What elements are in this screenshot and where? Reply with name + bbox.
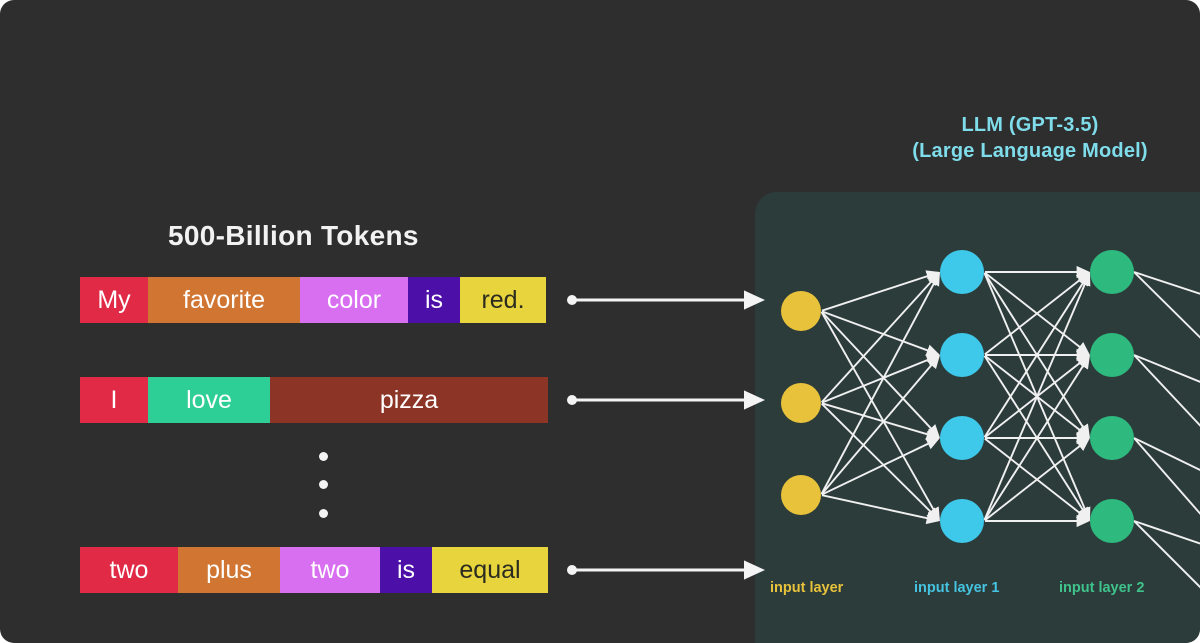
node-hidden-layer-1-4[interactable] xyxy=(940,499,984,543)
token-row-3: two plus two is equal xyxy=(80,547,548,593)
edge-hidden-layer-2-to-offscreen xyxy=(1133,354,1200,427)
node-hidden-layer-1-2[interactable] xyxy=(940,333,984,377)
token-chip: My xyxy=(80,277,148,323)
edge-hidden-layer-2-to-offscreen xyxy=(1133,520,1200,545)
diagram-canvas: LLM (GPT-3.5) (Large Language Model) inp… xyxy=(0,0,1200,643)
edge-hidden-layer-2-to-offscreen xyxy=(1133,271,1200,339)
edge-input-layer-to-hidden-layer-1 xyxy=(821,270,940,312)
token-row-1: My favorite color is red. xyxy=(80,277,546,323)
token-chip: equal xyxy=(432,547,548,593)
node-hidden-layer-2-4[interactable] xyxy=(1090,499,1134,543)
node-hidden-layer-2-1[interactable] xyxy=(1090,250,1134,294)
edge-input-layer-to-hidden-layer-1 xyxy=(820,311,940,521)
token-row-2: Ilove pizza xyxy=(80,377,548,423)
ellipsis-dot xyxy=(319,509,328,518)
feed-arrow-row-3-origin-dot xyxy=(567,565,577,575)
token-chip: favorite xyxy=(148,277,300,323)
token-chip: is xyxy=(408,277,460,323)
edge-input-layer-to-hidden-layer-1 xyxy=(820,311,940,438)
layer-label-hidden-2: input layer 2 xyxy=(1059,580,1145,596)
ellipsis-dot xyxy=(319,452,328,461)
token-chip: two xyxy=(280,547,380,593)
node-hidden-layer-2-2[interactable] xyxy=(1090,333,1134,377)
node-hidden-layer-1-3[interactable] xyxy=(940,416,984,460)
edge-hidden-layer-2-to-offscreen xyxy=(1133,354,1200,383)
node-hidden-layer-1-1[interactable] xyxy=(940,250,984,294)
token-chip: pizza xyxy=(270,377,548,423)
feed-arrow-row-2-origin-dot xyxy=(567,395,577,405)
token-chip: color xyxy=(300,277,408,323)
token-chip: plus xyxy=(178,547,280,593)
network-edges xyxy=(820,265,1200,589)
edge-input-layer-to-hidden-layer-1 xyxy=(821,310,940,357)
layer-label-input: input layer xyxy=(770,580,844,596)
node-input-layer-1[interactable] xyxy=(781,291,821,331)
token-chip: love xyxy=(148,377,270,423)
feed-arrow-row-1-origin-dot xyxy=(567,295,577,305)
node-input-layer-3[interactable] xyxy=(781,475,821,515)
neural-network xyxy=(781,250,1200,589)
ellipsis-dot xyxy=(319,480,328,489)
edge-input-layer-to-hidden-layer-1 xyxy=(821,494,940,525)
edge-input-layer-to-hidden-layer-1 xyxy=(821,354,940,404)
node-hidden-layer-2-3[interactable] xyxy=(1090,416,1134,460)
edge-hidden-layer-2-to-offscreen xyxy=(1133,271,1200,295)
token-chip: red. xyxy=(460,277,546,323)
tokens-heading: 500-Billion Tokens xyxy=(168,220,419,251)
vertical-ellipsis xyxy=(319,452,331,524)
node-input-layer-2[interactable] xyxy=(781,383,821,423)
token-chip: two xyxy=(80,547,178,593)
llm-title: LLM (GPT-3.5) (Large Language Model) xyxy=(912,114,1148,162)
layer-label-group: input layer input layer 1 input layer 2 xyxy=(755,580,1200,606)
layer-label-hidden-1: input layer 1 xyxy=(914,580,1000,596)
token-chip: is xyxy=(380,547,432,593)
token-chip: I xyxy=(80,377,148,423)
edge-input-layer-to-hidden-layer-1 xyxy=(820,355,940,495)
